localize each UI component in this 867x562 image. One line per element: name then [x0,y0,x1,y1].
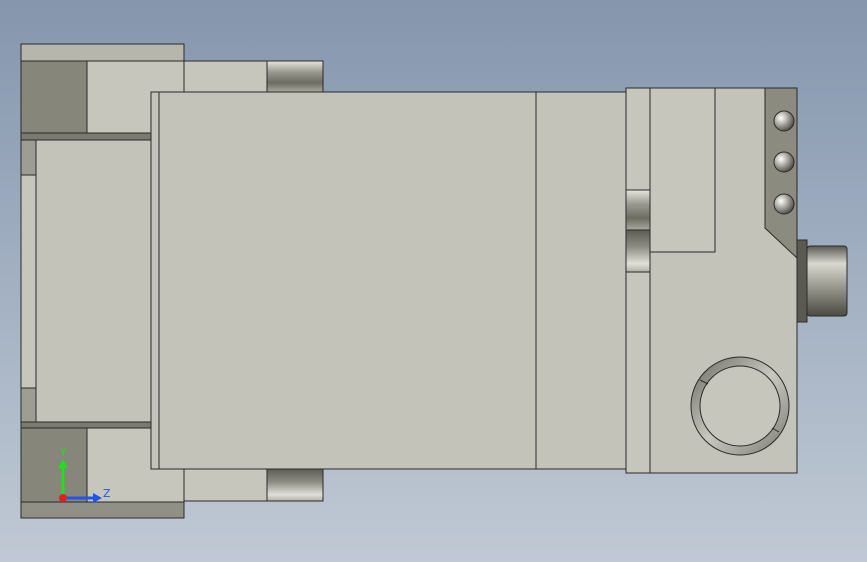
output-shaft[interactable] [796,239,848,323]
graphics-viewport[interactable]: Y Z [0,0,867,562]
rivet-icon [773,151,795,173]
rivet-icon [773,110,795,132]
top-bracket[interactable] [183,60,324,93]
axis-z-label: Z [103,487,111,500]
rivet-icon [773,193,795,215]
rivet-column [773,110,795,215]
axis-y-label: Y [59,446,67,459]
mounting-hole[interactable] [690,356,790,456]
cad-model-view[interactable]: Y Z [0,0,867,562]
bottom-bracket[interactable] [183,468,324,502]
motor-body[interactable] [150,91,627,470]
